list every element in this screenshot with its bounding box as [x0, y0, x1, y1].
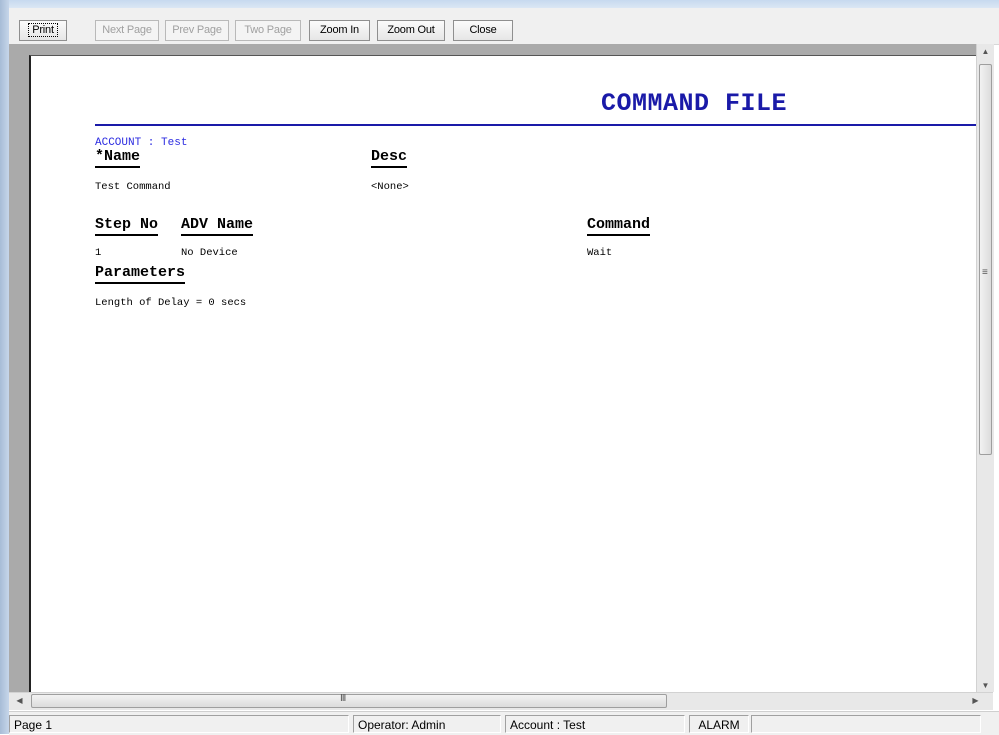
value-command: Wait	[587, 247, 613, 259]
preview-toolbar: Print Next Page Prev Page Two Page Zoom …	[9, 8, 999, 45]
header-step-no: Step No	[95, 216, 159, 236]
header-command: Command	[587, 216, 651, 236]
header-desc: Desc	[371, 148, 408, 168]
value-step-no: 1	[95, 247, 102, 259]
value-parameter: Length of Delay = 0 secs	[95, 297, 247, 309]
report-page: COMMAND FILE ACCOUNT : Test *Name Desc T…	[29, 55, 978, 693]
prev-page-button[interactable]: Prev Page	[165, 20, 229, 41]
window-title-strip	[0, 0, 999, 8]
status-bar: Page 1 Operator: Admin Account : Test AL…	[9, 711, 999, 735]
print-button-label: Print	[28, 23, 58, 37]
status-operator: Operator: Admin	[353, 715, 501, 733]
next-page-button[interactable]: Next Page	[95, 20, 159, 41]
status-page: Page 1	[9, 715, 349, 733]
close-button[interactable]: Close	[453, 20, 513, 41]
value-name: Test Command	[95, 181, 171, 193]
value-adv-name: No Device	[181, 247, 238, 259]
window-border	[0, 0, 9, 734]
report-title: COMMAND FILE	[601, 89, 788, 118]
vertical-scrollbar[interactable]: ▲ ≡ ▼	[976, 44, 994, 692]
horizontal-scroll-thumb[interactable]: III	[31, 693, 667, 708]
zoom-out-button[interactable]: Zoom Out	[377, 20, 445, 41]
vertical-scroll-thumb[interactable]: ≡	[979, 64, 992, 455]
scroll-right-arrow-icon[interactable]: ▶	[967, 696, 984, 705]
header-name: *Name	[95, 148, 141, 168]
print-button[interactable]: Print	[19, 20, 67, 41]
two-page-button[interactable]: Two Page	[235, 20, 301, 41]
value-desc: <None>	[371, 181, 409, 193]
print-preview-area[interactable]: COMMAND FILE ACCOUNT : Test *Name Desc T…	[9, 44, 978, 693]
status-alarm: ALARM	[689, 715, 749, 733]
status-account: Account : Test	[505, 715, 685, 733]
horizontal-grip: III	[340, 693, 346, 704]
scroll-left-arrow-icon[interactable]: ◀	[11, 696, 28, 705]
scroll-down-arrow-icon[interactable]: ▼	[977, 681, 994, 690]
horizontal-scrollbar[interactable]: ◀ III ▶	[9, 692, 993, 710]
status-extra	[751, 715, 981, 733]
zoom-in-button[interactable]: Zoom In	[309, 20, 370, 41]
header-parameters: Parameters	[95, 264, 186, 284]
title-divider	[95, 124, 978, 126]
header-adv-name: ADV Name	[181, 216, 254, 236]
scroll-up-arrow-icon[interactable]: ▲	[977, 47, 994, 56]
grip-icon: ≡	[982, 267, 988, 278]
